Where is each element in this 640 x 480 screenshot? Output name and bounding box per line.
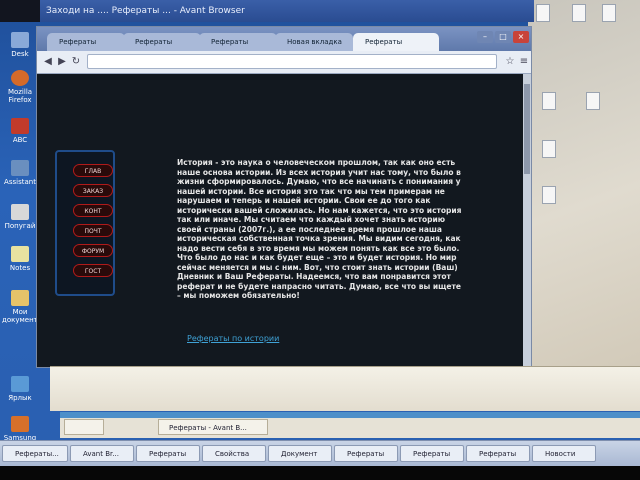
desktop-icon-label: Mozilla Firefox <box>7 88 33 104</box>
tab[interactable]: Новая вкладка <box>275 33 353 51</box>
menu-item[interactable]: ПОЧТ <box>73 224 113 237</box>
desktop-icon[interactable]: Notes <box>2 246 38 272</box>
folder-icon <box>11 290 29 306</box>
desktop-icon-label: Ярлык <box>8 394 32 402</box>
taskbar-button[interactable]: Avant Br... <box>70 445 134 462</box>
menu-item[interactable]: КОНТ <box>73 204 113 217</box>
desktop-icon[interactable]: Desk <box>2 32 38 58</box>
close-button[interactable]: × <box>513 31 529 43</box>
tab-label: Рефераты <box>365 38 403 46</box>
file-icon[interactable] <box>542 92 556 110</box>
site-menu: ГЛАВ ЗАКАЗ КОНТ ПОЧТ ФОРУМ ГОСТ <box>55 150 115 296</box>
taskbar-button[interactable]: Документ <box>268 445 332 462</box>
shortcut-icon <box>11 376 29 392</box>
desktop-explorer-area <box>528 0 640 410</box>
outer-window-title: Заходи на .... Рефераты ... - Avant Brow… <box>40 0 534 22</box>
tab-bar: Рефераты Рефераты Рефераты Новая вкладка… <box>37 27 531 51</box>
strip-button[interactable]: Рефераты - Avant B... <box>158 419 268 435</box>
browser-toolbar: ◀ ▶ ↻ ☆ ≡ <box>37 51 531 74</box>
file-icon[interactable] <box>586 92 600 110</box>
desktop-icon-label: Assistant <box>4 178 36 186</box>
desktop-icon[interactable]: Ярлык <box>2 376 38 402</box>
tab[interactable]: Рефераты <box>47 33 125 51</box>
taskbar-button[interactable]: Свойства <box>202 445 266 462</box>
tab-label: Рефераты <box>59 38 97 46</box>
taskbar-button[interactable]: Новости <box>532 445 596 462</box>
back-arrow-icon[interactable]: ◀ <box>41 55 55 69</box>
assistant-icon <box>11 160 29 176</box>
article-text: История - это наука о человеческом прошл… <box>177 158 462 300</box>
parrot-icon <box>11 204 29 220</box>
computer-icon <box>11 32 29 48</box>
taskbar-button[interactable]: Рефераты <box>400 445 464 462</box>
star-icon[interactable]: ☆ <box>503 55 517 69</box>
top-dark-strip <box>0 0 40 22</box>
file-icon[interactable] <box>572 4 586 22</box>
desktop-icon[interactable]: ABC <box>2 118 38 144</box>
browser-window: Рефераты Рефераты Рефераты Новая вкладка… <box>36 26 532 368</box>
menu-item[interactable]: ГЛАВ <box>73 164 113 177</box>
tab-label: Новая вкладка <box>287 38 342 46</box>
taskbar-button[interactable]: Рефераты <box>136 445 200 462</box>
maximize-button[interactable]: □ <box>495 31 511 43</box>
tab-label: Рефераты <box>135 38 173 46</box>
scroll-thumb[interactable] <box>524 84 530 174</box>
window-strip: Рефераты - Avant B... <box>60 418 640 438</box>
taskbar-button[interactable]: Рефераты <box>334 445 398 462</box>
menu-item[interactable]: ГОСТ <box>73 264 113 277</box>
app-icon <box>11 118 29 134</box>
menu-item[interactable]: ЗАКАЗ <box>73 184 113 197</box>
desktop-icon[interactable]: Assistant <box>2 160 38 186</box>
address-bar[interactable] <box>87 54 497 69</box>
file-icon[interactable] <box>542 186 556 204</box>
explorer-window <box>50 366 640 411</box>
desktop-icon-label: Попугай <box>4 222 36 230</box>
desktop-icon[interactable]: Мои документы <box>2 290 43 324</box>
taskbar-button[interactable]: Рефераты <box>466 445 530 462</box>
file-icon[interactable] <box>602 4 616 22</box>
desktop-icon-label: Notes <box>9 264 31 272</box>
menu-wrench-icon[interactable]: ≡ <box>517 55 531 69</box>
file-icon[interactable] <box>536 4 550 22</box>
page-viewport: ГЛАВ ЗАКАЗ КОНТ ПОЧТ ФОРУМ ГОСТ История … <box>37 74 531 367</box>
desktop-icon-label: ABC <box>12 136 28 144</box>
desktop-icon-label: Desk <box>11 50 29 58</box>
minimize-button[interactable]: – <box>477 31 493 43</box>
tab-active[interactable]: Рефераты <box>353 33 439 51</box>
scrollbar[interactable] <box>523 74 531 367</box>
firefox-icon <box>11 70 29 86</box>
desktop-icon[interactable]: Mozilla Firefox <box>2 70 38 104</box>
tab[interactable]: Рефераты <box>199 33 277 51</box>
strip-button[interactable] <box>64 419 104 435</box>
notepad-icon <box>11 246 29 262</box>
kies-icon <box>11 416 29 432</box>
screen-bezel <box>0 466 640 480</box>
taskbar-button[interactable]: Рефераты... <box>2 445 68 462</box>
forward-arrow-icon[interactable]: ▶ <box>55 55 69 69</box>
menu-item[interactable]: ФОРУМ <box>73 244 113 257</box>
taskbar: Рефераты... Avant Br... Рефераты Свойств… <box>0 440 640 467</box>
tab-label: Рефераты <box>211 38 249 46</box>
desktop-icon[interactable]: Попугай <box>2 204 38 230</box>
tab[interactable]: Рефераты <box>123 33 201 51</box>
article-link[interactable]: Рефераты по истории <box>187 334 279 343</box>
reload-icon[interactable]: ↻ <box>69 55 83 69</box>
file-icon[interactable] <box>542 140 556 158</box>
